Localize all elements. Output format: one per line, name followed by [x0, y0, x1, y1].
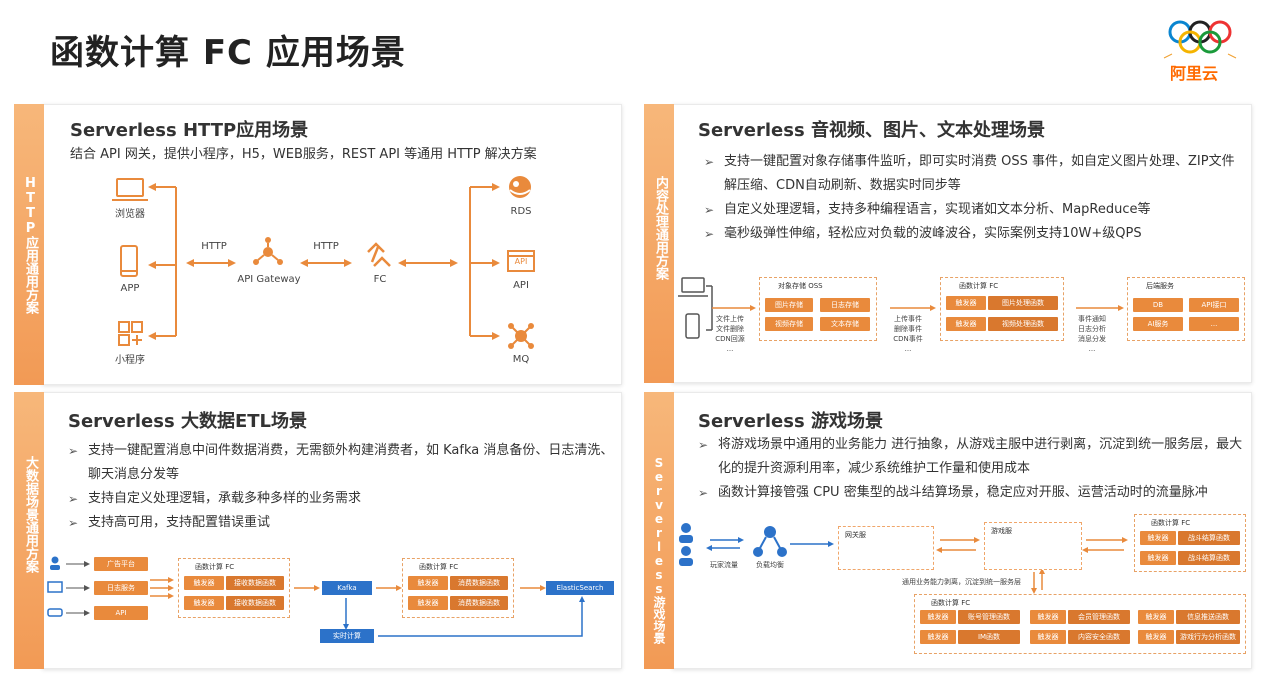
trigger-box: 触发器 — [1030, 630, 1066, 644]
game-diagram — [679, 523, 1128, 594]
game-fc-bottom-title: 函数计算 FC — [931, 599, 971, 607]
players-label: 玩家流量 — [710, 561, 738, 569]
function-box: 内容安全函数 — [1068, 630, 1130, 644]
load-balancer-icon — [753, 526, 787, 557]
function-box: 会员管理函数 — [1068, 610, 1130, 624]
gateway-server-title: 网关服 — [845, 531, 866, 539]
trigger-box: 触发器 — [920, 610, 956, 624]
function-box: IM函数 — [958, 630, 1020, 644]
trigger-box: 触发器 — [1140, 551, 1176, 565]
common-capability-note: 通用业务能力剥离，沉淀到统一服务层 — [902, 578, 1021, 586]
game-server-box: 游戏服 — [984, 522, 1082, 570]
trigger-box: 触发器 — [1030, 610, 1066, 624]
gateway-server-box: 网关服 — [838, 526, 934, 570]
function-box: 账号管理函数 — [958, 610, 1020, 624]
players-icon — [679, 523, 693, 566]
trigger-box: 触发器 — [1140, 531, 1176, 545]
game-server-title: 游戏服 — [991, 527, 1012, 535]
function-box: 战斗结算函数 — [1178, 551, 1240, 565]
function-box: 信息推送函数 — [1176, 610, 1240, 624]
game-fc-right-title: 函数计算 FC — [1151, 519, 1191, 527]
load-balancer-label: 负载均衡 — [756, 561, 784, 569]
function-box: 游戏行为分析函数 — [1176, 630, 1240, 644]
trigger-box: 触发器 — [920, 630, 956, 644]
game-fc-bottom-box: 函数计算 FC — [914, 594, 1246, 654]
function-box: 战斗结算函数 — [1178, 531, 1240, 545]
trigger-box: 触发器 — [1138, 630, 1174, 644]
trigger-box: 触发器 — [1138, 610, 1174, 624]
